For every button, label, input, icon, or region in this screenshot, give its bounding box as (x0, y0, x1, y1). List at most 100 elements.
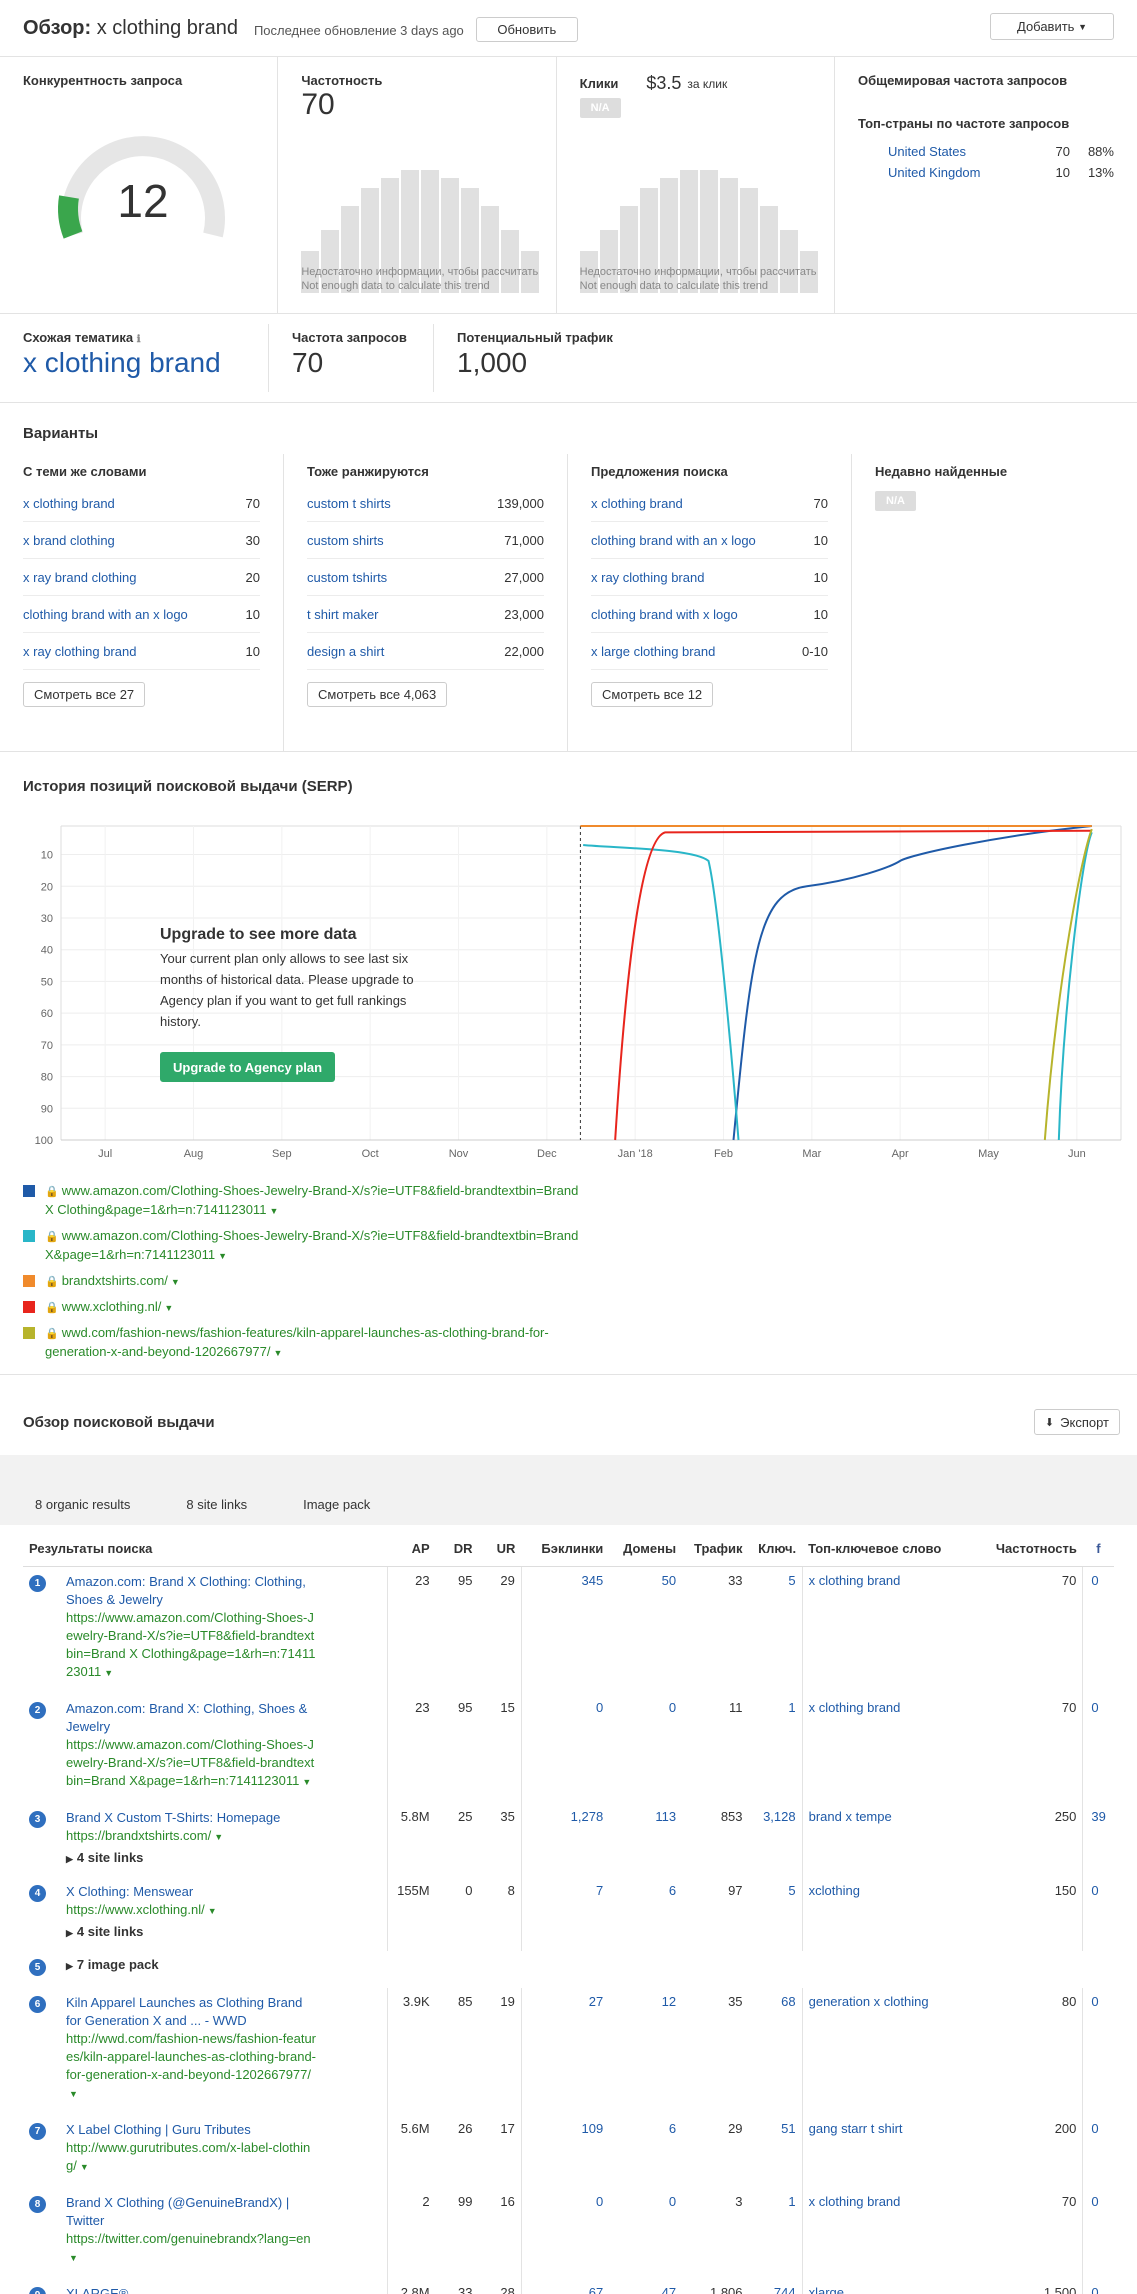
result-url-link[interactable]: http://wwd.com/fashion-news/fashion-feat… (66, 2031, 316, 2082)
cell-bl-link[interactable]: 7 (596, 1883, 603, 1898)
cell-bl-link[interactable]: 0 (596, 1700, 603, 1715)
cell-kw[interactable]: 744 (749, 2279, 803, 2294)
legend-url[interactable]: www.amazon.com/Clothing-Shoes-Jewelry-Br… (45, 1228, 578, 1262)
cell-bl[interactable]: 0 (520, 2188, 610, 2279)
column-header[interactable]: DR (435, 1525, 479, 1567)
dropdown-arrow-icon[interactable]: ▼ (274, 1348, 283, 1358)
column-header[interactable]: AP (387, 1525, 436, 1567)
cell-dom-link[interactable]: 47 (662, 2285, 676, 2294)
legend-url[interactable]: www.xclothing.nl/ (62, 1299, 162, 1314)
cell-dom[interactable]: 47 (609, 2279, 682, 2294)
dropdown-arrow-icon[interactable]: ▼ (69, 2089, 78, 2099)
serp-tab[interactable]: 8 site links (186, 1497, 247, 1512)
result-url-link[interactable]: https://brandxtshirts.com/ (66, 1828, 211, 1843)
site-links-toggle[interactable]: ▶ 4 site links (66, 1924, 316, 1939)
legend-url[interactable]: wwd.com/fashion-news/fashion-features/ki… (45, 1325, 549, 1359)
cell-kw-link[interactable]: 1 (788, 2194, 795, 2209)
serp-tab[interactable]: 8 organic results (35, 1497, 130, 1512)
cell-fb[interactable]: 0 (1082, 2115, 1114, 2188)
variant-keyword-link[interactable]: x ray brand clothing (23, 570, 136, 585)
cell-fb[interactable]: 39 (1082, 1803, 1114, 1877)
cell-dom-link[interactable]: 0 (669, 2194, 676, 2209)
cell-bl[interactable]: 109 (520, 2115, 610, 2188)
result-title-link[interactable]: XLARGE® (66, 2285, 316, 2294)
cell-fb[interactable]: 0 (1082, 2279, 1114, 2294)
variant-keyword-link[interactable]: x ray clothing brand (591, 570, 704, 585)
country-link[interactable]: United States (888, 141, 1034, 162)
cell-fb[interactable]: 0 (1082, 2188, 1114, 2279)
cell-bl-link[interactable]: 67 (589, 2285, 603, 2294)
cell-kw-link[interactable]: 51 (781, 2121, 795, 2136)
cell-fb-link[interactable]: 0 (1091, 2285, 1098, 2294)
dropdown-arrow-icon[interactable]: ▼ (208, 1906, 217, 1916)
variant-keyword-link[interactable]: x brand clothing (23, 533, 115, 548)
column-header[interactable]: f (1082, 1525, 1114, 1567)
see-all-button[interactable]: Смотреть все 4,063 (307, 682, 448, 707)
result-url-link[interactable]: https://twitter.com/genuinebrandx?lang=e… (66, 2231, 311, 2246)
result-url-link[interactable]: https://www.xclothing.nl/ (66, 1902, 205, 1917)
result-url-link[interactable]: https://www.amazon.com/Clothing-Shoes-Je… (66, 1737, 314, 1788)
cell-fb-link[interactable]: 0 (1091, 2194, 1098, 2209)
cell-bl-link[interactable]: 345 (582, 1573, 604, 1588)
cell-top[interactable]: gang starr t shirt (801, 2115, 974, 2188)
cell-bl[interactable]: 7 (520, 1877, 610, 1951)
cell-dom[interactable]: 6 (609, 1877, 682, 1951)
cell-kw[interactable]: 5 (749, 1567, 803, 1695)
see-all-button[interactable]: Смотреть все 12 (591, 682, 714, 707)
cell-top[interactable]: x clothing brand (801, 1566, 974, 1694)
variant-keyword-link[interactable]: x clothing brand (591, 496, 683, 511)
variant-keyword-link[interactable]: clothing brand with an x logo (591, 533, 756, 548)
parent-topic-link[interactable]: x clothing brand (23, 347, 221, 378)
cell-top-link[interactable]: xclothing (809, 1883, 860, 1898)
dropdown-arrow-icon[interactable]: ▼ (80, 2162, 89, 2172)
cell-bl-link[interactable]: 27 (589, 1994, 603, 2009)
cell-bl[interactable]: 67 (520, 2279, 610, 2294)
cell-bl[interactable]: 345 (520, 1566, 610, 1694)
cell-kw-link[interactable]: 68 (781, 1994, 795, 2009)
column-header[interactable]: Домены (609, 1525, 683, 1567)
cell-dom-link[interactable]: 113 (655, 1809, 676, 1824)
cell-kw[interactable]: 1 (749, 1694, 803, 1803)
cell-top[interactable]: xlarge (801, 2279, 974, 2294)
cell-kw[interactable]: 5 (749, 1877, 803, 1951)
variant-keyword-link[interactable]: custom tshirts (307, 570, 387, 585)
cell-dom[interactable]: 0 (609, 1694, 682, 1803)
cell-bl[interactable]: 27 (520, 1988, 610, 2115)
dropdown-arrow-icon[interactable]: ▼ (302, 1777, 311, 1787)
cell-fb[interactable]: 0 (1082, 1988, 1114, 2115)
result-title-link[interactable]: Brand X Custom T-Shirts: Homepage (66, 1809, 316, 1827)
cell-kw[interactable]: 1 (749, 2188, 803, 2279)
legend-item[interactable]: 🔒 www.amazon.com/Clothing-Shoes-Jewelry-B… (0, 1227, 1137, 1265)
serp-tab[interactable]: Image pack (303, 1497, 370, 1512)
add-button[interactable]: Добавить ▼ (990, 13, 1114, 40)
result-title-link[interactable]: Amazon.com: Brand X Clothing: Clothing, … (66, 1573, 316, 1609)
variant-keyword-link[interactable]: clothing brand with an x logo (23, 607, 188, 622)
cell-dom[interactable]: 50 (609, 1567, 682, 1695)
column-header[interactable]: Ключ. (748, 1525, 803, 1567)
cell-dom-link[interactable]: 50 (662, 1573, 676, 1588)
cell-top[interactable]: generation x clothing (801, 1988, 974, 2115)
column-header[interactable]: Трафик (682, 1525, 749, 1567)
cell-kw[interactable]: 51 (749, 2115, 803, 2188)
dropdown-arrow-icon[interactable]: ▼ (218, 1251, 227, 1261)
column-header[interactable]: UR (478, 1525, 522, 1567)
cell-top-link[interactable]: x clothing brand (809, 1700, 901, 1715)
cell-dom[interactable]: 6 (609, 2115, 682, 2188)
legend-item[interactable]: 🔒 www.xclothing.nl/▼ (0, 1298, 1137, 1317)
result-title-link[interactable]: X Clothing: Menswear (66, 1883, 316, 1901)
cell-dom-link[interactable]: 0 (669, 1700, 676, 1715)
cell-fb[interactable]: 0 (1082, 1694, 1114, 1803)
export-button[interactable]: ⬇ Экспорт (1033, 1409, 1120, 1435)
cell-fb-link[interactable]: 0 (1091, 1883, 1098, 1898)
cell-top[interactable]: x clothing brand (801, 2188, 974, 2279)
result-title-link[interactable]: Amazon.com: Brand X: Clothing, Shoes & J… (66, 1700, 316, 1736)
column-header[interactable]: Частотность (973, 1525, 1083, 1567)
column-header[interactable]: Бэклинки (521, 1525, 610, 1567)
cell-dom[interactable]: 0 (609, 2188, 682, 2279)
legend-item[interactable]: 🔒 wwd.com/fashion-news/fashion-features/k… (0, 1324, 1137, 1362)
cell-top-link[interactable]: x clothing brand (809, 1573, 901, 1588)
cell-top-link[interactable]: x clothing brand (809, 2194, 901, 2209)
result-title-link[interactable]: Brand X Clothing (@GenuineBrandX) | Twit… (66, 2194, 316, 2230)
column-header[interactable]: Результаты поиска (23, 1525, 388, 1567)
column-header[interactable]: Топ-ключевое слово (802, 1525, 974, 1567)
